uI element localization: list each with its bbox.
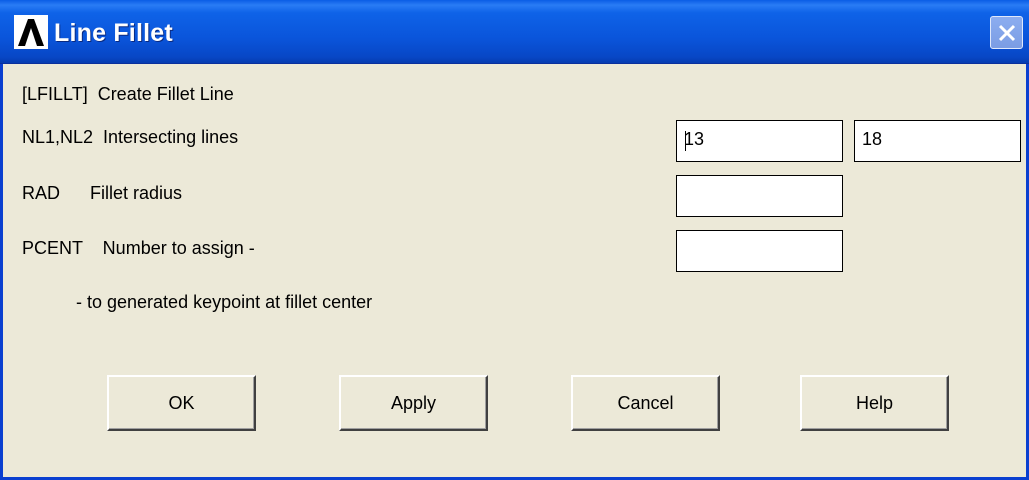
- rad-input[interactable]: [684, 184, 835, 205]
- close-icon: [998, 24, 1016, 42]
- pcent-label: PCENT Number to assign -: [22, 238, 255, 258]
- nl-label: NL1,NL2 Intersecting lines: [22, 127, 239, 147]
- title-bar[interactable]: Line Fillet: [0, 0, 1029, 64]
- rad-field[interactable]: [676, 175, 843, 217]
- pcent-note: - to generated keypoint at fillet center: [76, 292, 373, 312]
- nl1-input[interactable]: [684, 129, 835, 150]
- nl2-field[interactable]: [854, 120, 1021, 162]
- line-fillet-dialog: Line Fillet [LFILLT] Create Fillet Line …: [0, 0, 1029, 480]
- command-header: [LFILLT] Create Fillet Line: [22, 84, 234, 104]
- pcent-field[interactable]: [676, 230, 843, 272]
- nl2-input[interactable]: [862, 129, 1013, 150]
- text-caret: [685, 131, 686, 151]
- close-button[interactable]: [990, 16, 1023, 49]
- ok-button[interactable]: OK: [107, 375, 256, 431]
- ansys-logo-icon: [14, 15, 48, 49]
- rad-label: RAD Fillet radius: [22, 183, 183, 203]
- apply-button[interactable]: Apply: [339, 375, 488, 431]
- nl1-field[interactable]: [676, 120, 843, 162]
- cancel-button[interactable]: Cancel: [571, 375, 720, 431]
- pcent-input[interactable]: [684, 239, 835, 260]
- help-button[interactable]: Help: [800, 375, 949, 431]
- window-title: Line Fillet: [54, 19, 173, 47]
